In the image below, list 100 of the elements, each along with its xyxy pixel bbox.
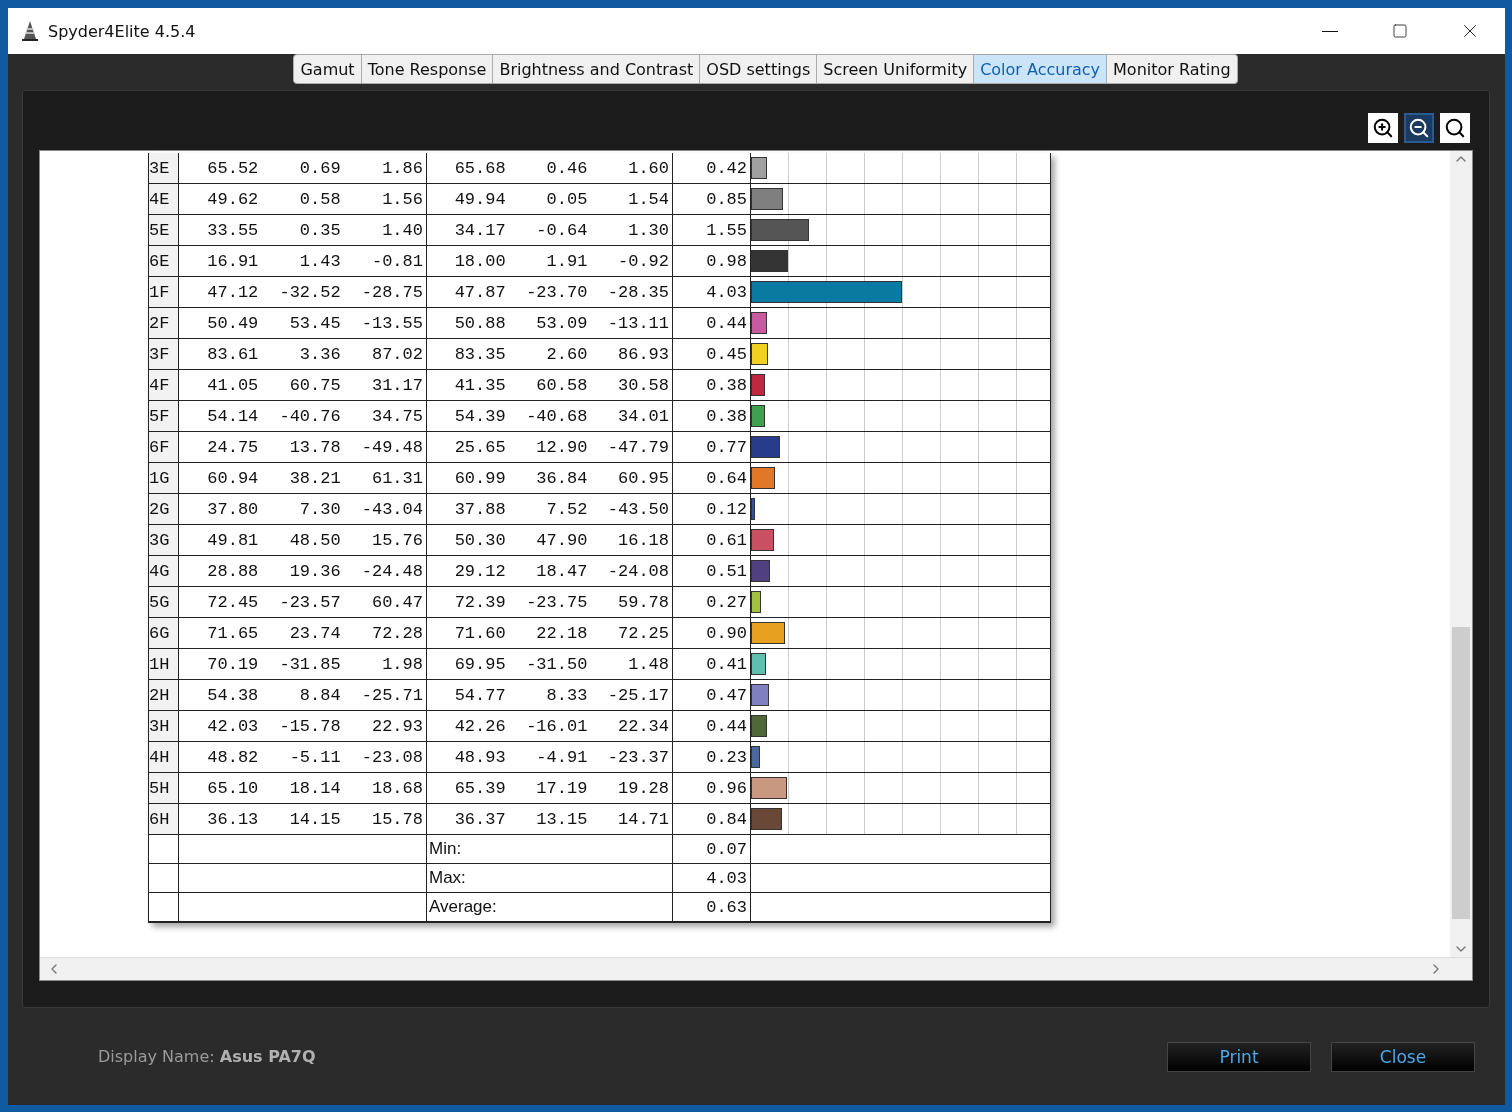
patch-label: 6G [149,623,170,643]
tab[interactable]: Tone Response [361,54,494,84]
table-cell-text: 59.78 [617,592,670,612]
table-cell-text: 48.82 [206,747,260,767]
table-cell-text: 65.52 [206,158,260,178]
table-cell-text: 37.80 [206,499,260,519]
patch-label: 6E [149,251,170,271]
table-cell-text: 34.17 [453,220,507,240]
table-cell-text: 61.31 [370,468,424,488]
table-cell-text: 69.95 [453,654,507,674]
delta-e-value: 0.85 [705,189,748,209]
table-cell-text: -32.52 [278,282,342,302]
table-cell-text: -0.92 [617,251,670,271]
scroll-thumb[interactable] [1452,627,1470,919]
table-cell-text: 1.48 [627,654,670,674]
summary-value: 4.03 [705,868,748,888]
zoom-in-button[interactable] [1368,113,1398,143]
delta-e-value: 0.44 [705,313,748,333]
table-cell-text: 65.68 [453,158,507,178]
tab[interactable]: Monitor Rating [1107,54,1238,84]
table-cell-text: 22.34 [617,716,670,736]
table-cell-text: 16.18 [617,530,670,550]
table-cell-text: 47.12 [206,282,260,302]
table-cell-text: -0.81 [370,251,424,271]
patch-label: 1G [149,468,170,488]
patch-label: 4E [149,189,170,209]
table-cell-text: 53.45 [288,313,342,333]
table-cell-text: -15.78 [278,716,342,736]
table-cell-text: 24.75 [206,437,260,457]
patch-label: 4F [149,375,170,395]
maximize-icon [1392,23,1408,39]
table-cell-text: 53.09 [535,313,589,333]
table-cell-text: 19.28 [617,778,670,798]
search-button[interactable] [1440,113,1470,143]
table-cell-text: -47.79 [606,437,670,457]
table-cell-text: 1.54 [627,189,670,209]
patch-label: 4G [149,561,170,581]
table-cell-text: 49.81 [206,530,260,550]
table-cell-text: 60.75 [288,375,342,395]
table-cell-text: 0.69 [298,158,342,178]
table-cell-text: 71.60 [453,623,507,643]
table-cell-text: 29.12 [453,561,507,581]
delta-e-value: 0.64 [705,468,748,488]
table-cell-text: -23.08 [360,747,424,767]
table-cell-text: 0.58 [298,189,342,209]
table-cell-text: -28.75 [360,282,424,302]
tab[interactable]: OSD settings [700,54,818,84]
patch-label: 3H [149,716,170,736]
close-report-button[interactable]: Close [1331,1041,1475,1072]
tab[interactable]: Screen Uniformity [817,54,975,84]
tab[interactable]: Brightness and Contrast [493,54,701,84]
patch-label: 1F [149,282,170,302]
table-cell-text: 22.18 [535,623,589,643]
delta-e-value: 0.84 [705,809,748,829]
table-cell-text: 54.77 [453,685,507,705]
table-cell-text: -28.35 [606,282,670,302]
delta-e-value: 0.23 [705,747,748,767]
table-cell-text: 50.49 [206,313,260,333]
tab[interactable]: Color Accuracy [974,54,1108,84]
delta-e-value: 1.55 [705,220,748,240]
table-cell-text: 42.03 [206,716,260,736]
table-cell-text: -23.57 [278,592,342,612]
table-cell-text: 49.94 [453,189,507,209]
table-cell-text: 15.78 [370,809,424,829]
table-cell-text: -16.01 [525,716,589,736]
table-cell-text: 36.37 [453,809,507,829]
delta-e-value: 0.90 [705,623,748,643]
table-cell-text: 7.52 [545,499,589,519]
patch-label: 5G [149,592,170,612]
table-cell-text: 36.84 [535,468,589,488]
tab[interactable]: Gamut [293,54,362,84]
table-cell-text: -43.50 [606,499,670,519]
table-cell-text: 25.65 [453,437,507,457]
table-cell-text: 71.65 [206,623,260,643]
table-cell-text: 41.35 [453,375,507,395]
table-cell-text: 8.33 [545,685,589,705]
table-cell-text: -49.48 [360,437,424,457]
patch-label: 5E [149,220,170,240]
delta-e-value: 0.47 [705,685,748,705]
print-button[interactable]: Print [1167,1041,1311,1072]
table-cell-text: 1.43 [298,251,342,271]
table-cell-text: 18.68 [370,778,424,798]
summary-label: Min: [428,839,462,859]
vertical-scrollbar[interactable] [1450,151,1472,957]
horizontal-scrollbar[interactable] [40,957,1472,980]
table-cell-text: 83.61 [206,344,260,364]
delta-e-value: 0.42 [705,158,748,178]
table-cell-text: 30.58 [617,375,670,395]
table-cell-text: -31.50 [525,654,589,674]
table-cell-text: 86.93 [617,344,670,364]
app-icon [20,20,40,42]
table-cell-text: 87.02 [370,344,424,364]
table-cell-text: 0.35 [298,220,342,240]
delta-e-value: 0.44 [705,716,748,736]
table-cell-text: 14.15 [288,809,342,829]
zoom-out-button[interactable] [1404,113,1434,143]
table-cell-text: 2.60 [545,344,589,364]
table-cell-text: 1.86 [381,158,424,178]
display-name: Display Name: Asus PA7Q [98,1047,317,1066]
table-cell-text: 60.99 [453,468,507,488]
